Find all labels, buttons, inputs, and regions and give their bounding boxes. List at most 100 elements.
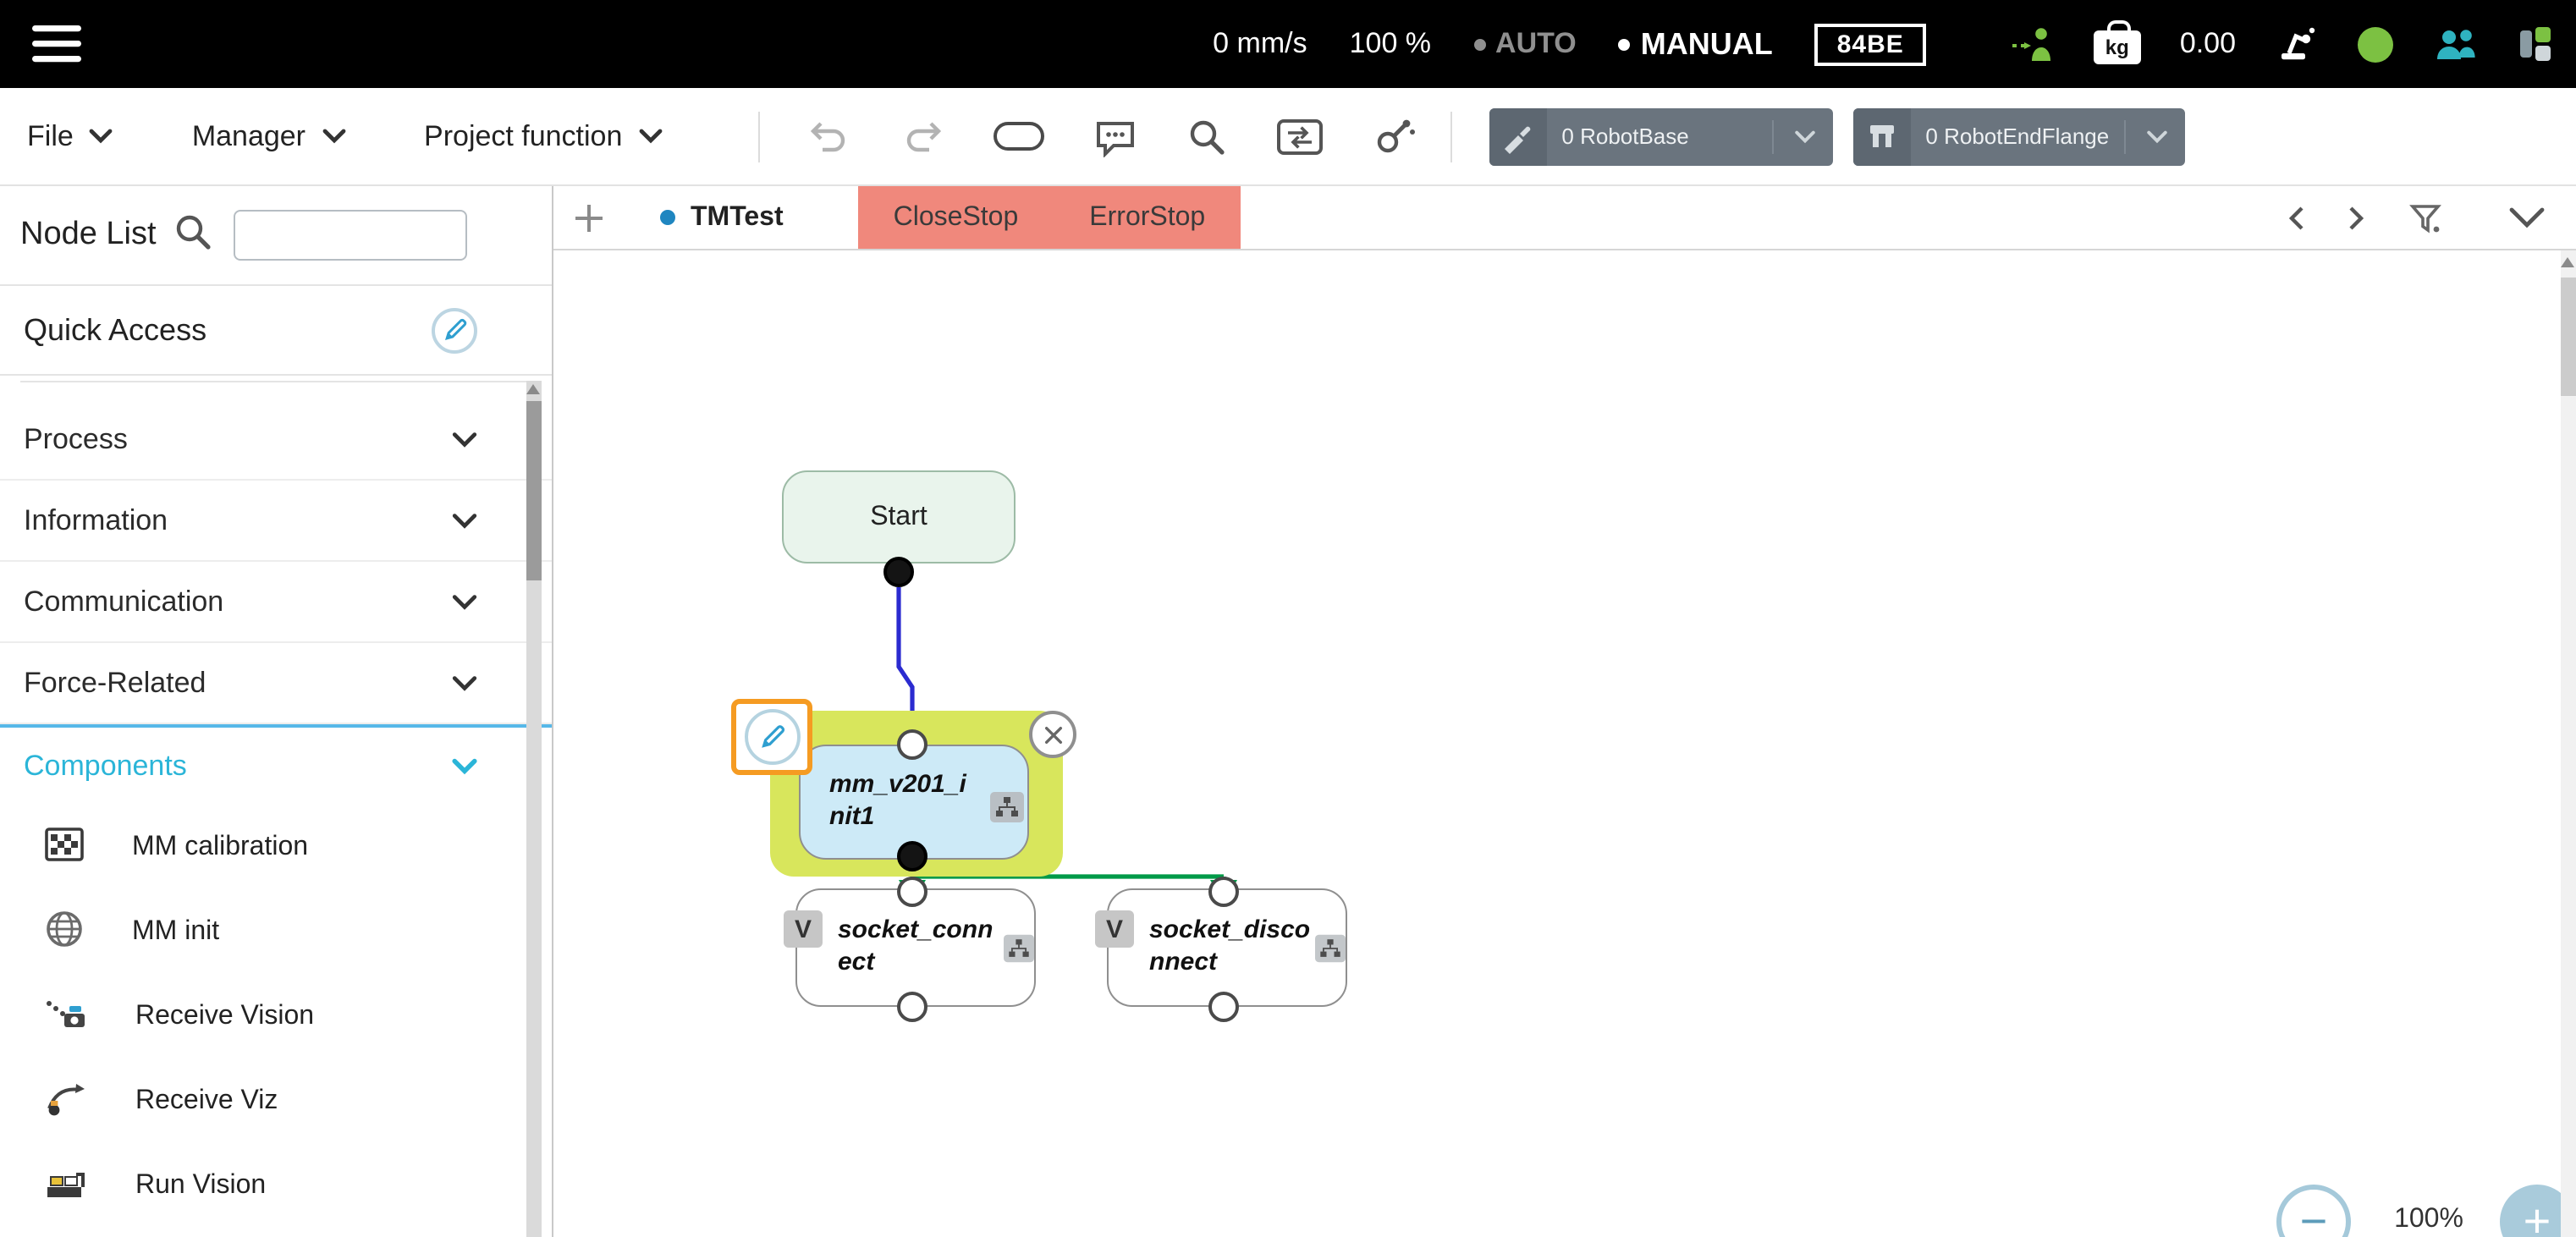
calibration-board-icon [42,822,86,874]
robot-status-light [2358,26,2393,62]
search-icon[interactable] [1186,116,1226,157]
manual-dot-icon [1618,38,1631,50]
node-list-sidebar: Node List Quick Access Process Informati… [0,186,553,1237]
topbar-icons: kg 0.00 [2011,20,2556,64]
socket-disconnect-input-port[interactable] [1208,877,1239,907]
payload-kg-icon: kg [2093,20,2141,64]
mm-node-output-port[interactable] [897,841,927,871]
run-vision-icon [42,1160,90,1212]
collapse-panel-chevron-icon[interactable] [2508,206,2546,228]
mode-manual-indicator: MANUAL [1618,26,1773,62]
tab-closestop[interactable]: CloseStop [857,186,1054,249]
node-search-input[interactable] [234,210,468,261]
socket-connect-output-port[interactable] [897,992,927,1022]
modified-dot-icon [660,210,675,225]
tab-strip-controls [2287,186,2576,249]
edit-node-button[interactable] [731,699,812,775]
toolbar-icons [806,116,1416,157]
robot-arm-icon[interactable] [2275,24,2319,64]
node-start-label: Start [870,502,927,531]
project-speed-readout: 100 % [1349,27,1432,59]
component-item-run-viz[interactable]: Run Viz [0,1229,552,1237]
speed-readout: 0 mm/s [1213,27,1307,59]
mm-node-input-port[interactable] [897,729,927,760]
chevron-down-icon [89,129,114,144]
zoom-level: 100% [2394,1205,2463,1234]
quick-access-label: Quick Access [24,312,207,346]
receive-vision-icon [42,991,90,1043]
hamburger-menu-icon[interactable] [20,10,95,78]
chevron-down-icon [2123,119,2184,153]
tab-tmtest[interactable]: TMTest [625,186,819,249]
status-readouts: 0 mm/s 100 % AUTO MANUAL 84BE [1213,23,1926,65]
operator-connection-icon[interactable] [2011,24,2055,64]
menu-file[interactable]: File [27,119,114,153]
redo-icon[interactable] [900,118,944,155]
node-mm-label: mm_v201_init1 [829,770,966,832]
node-start[interactable]: Start [782,470,1016,564]
scroll-up-arrow-icon[interactable] [526,384,540,394]
sidebar-section-communication[interactable]: Communication [0,562,552,643]
io-connector-icon[interactable] [2518,24,2556,64]
component-item-receive-vision[interactable]: Receive Vision [0,975,552,1059]
quick-access-row: Quick Access [0,286,552,374]
connection-line-icon[interactable] [993,122,1044,151]
quick-access-edit-button[interactable] [432,307,477,353]
chevron-down-icon [452,431,477,448]
divider [1450,111,1452,162]
component-item-receive-viz[interactable]: Receive Viz [0,1059,552,1144]
chevron-down-icon [452,593,477,610]
sidebar-section-components[interactable]: Components [0,724,552,805]
sidebar-scrollbar-thumb[interactable] [526,401,542,580]
start-exit-port[interactable] [883,557,914,587]
robot-base-icon [1489,107,1547,165]
component-chip-icon [1004,934,1034,971]
node-socket-connect-label: socket_connect [838,915,994,977]
scroll-up-arrow-icon[interactable] [2561,257,2574,267]
delete-node-button[interactable] [1029,711,1076,758]
canvas-scrollbar [2561,250,2576,1237]
sidebar-section-information[interactable]: Information [0,481,552,562]
divider [0,374,552,376]
robot-end-flange-selector[interactable]: 0 RobotEndFlange [1852,107,2185,165]
menu-manager[interactable]: Manager [192,119,346,153]
robot-joint-icon[interactable] [1372,116,1416,157]
tmflow-app: 0 mm/s 100 % AUTO MANUAL 84BE kg 0.00 Fi… [0,0,2576,1237]
robot-base-selector[interactable]: 0 RobotBase [1489,107,1833,165]
chevron-down-icon [1771,119,1832,153]
add-tab-button[interactable] [553,186,625,249]
pencil-icon [744,709,800,765]
flow-tab-strip: TMTest CloseStop ErrorStop [553,186,2576,250]
users-icon[interactable] [2432,24,2480,64]
divider [757,111,760,162]
tab-errorstop[interactable]: ErrorStop [1054,186,1241,249]
tab-scroll-right-icon[interactable] [2348,204,2366,231]
component-item-mm-init[interactable]: MM init [0,890,552,975]
chevron-down-icon [452,674,477,691]
comment-icon[interactable] [1093,116,1137,157]
socket-connect-input-port[interactable] [897,877,927,907]
undo-icon[interactable] [806,118,850,155]
filter-icon[interactable] [2408,201,2442,234]
top-status-bar: 0 mm/s 100 % AUTO MANUAL 84BE kg 0.00 [0,0,2576,88]
variable-badge: V [1095,910,1134,948]
tab-scroll-left-icon[interactable] [2287,204,2305,231]
sidebar-section-process[interactable]: Process [0,399,552,481]
flow-editor: TMTest CloseStop ErrorStop Start mm_v201… [553,186,2576,1237]
mode-auto-indicator: AUTO [1473,27,1577,61]
variable-badge: V [784,910,823,948]
variable-exchange-icon[interactable] [1275,118,1323,155]
sidebar-scrollbar [526,381,542,1237]
menu-project-function[interactable]: Project function [424,119,663,153]
receive-viz-icon [42,1075,90,1128]
canvas-scrollbar-thumb[interactable] [2561,278,2576,396]
node-socket-disconnect-label: socket_disconnect [1149,915,1311,977]
sidebar-section-force-related[interactable]: Force-Related [0,643,552,724]
chevron-down-icon [452,758,477,775]
socket-disconnect-output-port[interactable] [1208,992,1239,1022]
flow-canvas[interactable]: Start mm_v201_init1 socket_connect V soc… [553,250,2576,1237]
component-item-mm-calibration[interactable]: MM calibration [0,805,552,890]
node-list-header: Node List [0,186,552,284]
component-item-run-vision[interactable]: Run Vision [0,1144,552,1229]
component-chip-icon [1315,934,1346,971]
